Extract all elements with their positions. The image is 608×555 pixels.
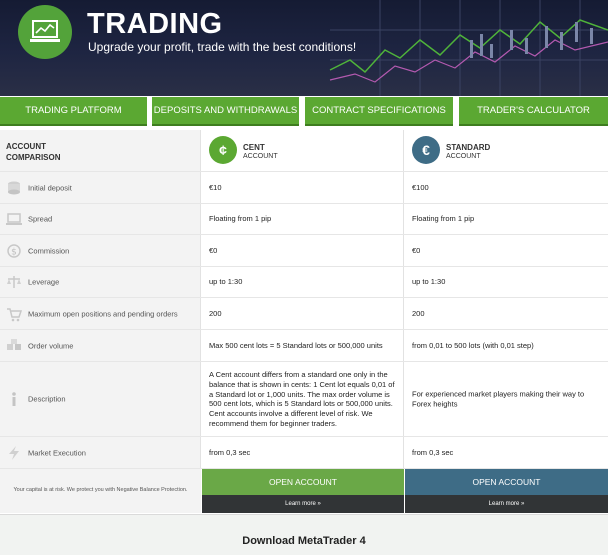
standard-account-title: STANDARD ACCOUNT [446,143,490,162]
standard-account-header: € STANDARD ACCOUNT [404,130,608,171]
comparison-heading: ACCOUNT COMPARISON [6,142,61,164]
cent-account-sub: ACCOUNT [243,153,278,160]
row-label-cell: Description [0,362,201,436]
table-header-row: ACCOUNT COMPARISON ¢ CENT ACCOUNT € STAN… [0,130,608,172]
standard-value: €100 [412,182,429,192]
cent-value-cell: Floating from 1 pip [201,204,404,234]
cent-value-cell: up to 1:30 [201,267,404,297]
dollar-icon: $ [7,243,21,258]
row-label-cell: Leverage [0,267,201,297]
row-label-cell: Order volume [0,330,201,361]
row-label-cell: Initial deposit [0,172,201,203]
standard-value: from 0,3 sec [412,447,454,457]
comparison-heading-line2: COMPARISON [6,152,61,162]
table-row: Spread Floating from 1 pip Floating from… [0,204,608,235]
row-label: Spread [28,214,53,224]
standard-value: For experienced market players making th… [412,389,585,408]
cart-icon [7,307,22,321]
open-cent-account-button[interactable]: OPEN ACCOUNT [202,469,404,495]
row-label-cell: Spread [0,204,201,234]
standard-value-cell: Floating from 1 pip [404,204,608,234]
standard-account-sub: ACCOUNT [446,153,481,160]
tab-deposits-withdrawals[interactable]: DEPOSITS AND WITHDRAWALS [152,97,299,126]
cent-account-title: CENT ACCOUNT [243,143,278,162]
row-label: Leverage [28,277,60,287]
cent-value: 200 [209,308,222,318]
money-stack-icon [8,181,20,194]
table-row: Initial deposit €10 €100 [0,172,608,204]
cent-value-cell: €10 [201,172,404,203]
learn-more-standard-link[interactable]: Learn more » [405,495,608,513]
header-label-cell: ACCOUNT COMPARISON [0,130,201,171]
scale-icon [7,276,21,288]
row-label: Market Execution [28,448,86,457]
cent-value: €10 [209,182,222,192]
svg-text:$: $ [11,247,17,257]
row-label-cell: $ Commission [0,235,201,266]
hero-banner: TRADING Upgrade your profit, trade with … [0,0,608,96]
table-row: Leverage up to 1:30 up to 1:30 [0,267,608,298]
standard-value-cell: 200 [404,298,608,329]
standard-value: from 0,01 to 500 lots (with 0,01 step) [412,340,534,350]
row-label: Initial deposit [28,183,72,192]
tab-contract-specifications[interactable]: CONTRACT SPECIFICATIONS [305,97,453,126]
boxes-icon [7,338,21,350]
cent-value-cell: Max 500 cent lots = 5 Standard lots or 5… [201,330,404,361]
laptop-icon [6,213,22,225]
page-subtitle: Upgrade your profit, trade with the best… [88,40,357,54]
cent-value: Floating from 1 pip [209,214,272,224]
cent-value: A Cent account differs from a standard o… [209,369,395,428]
info-icon [12,392,16,406]
standard-value: 200 [412,308,425,318]
download-metatrader-label: Download MetaTrader 4 [242,535,366,547]
cent-value-cell: €0 [201,235,404,266]
table-row: $ Commission €0 €0 [0,235,608,267]
cent-value: up to 1:30 [209,277,243,287]
page-title: TRADING [87,8,223,40]
row-label-cell: Maximum open positions and pending order… [0,298,201,329]
cent-account-header: ¢ CENT ACCOUNT [201,130,404,171]
comparison-heading-line1: ACCOUNT [6,142,46,151]
tab-trading-platform[interactable]: TRADING PLATFORM [0,97,147,126]
table-row: Maximum open positions and pending order… [0,298,608,330]
cent-value-cell: 200 [201,298,404,329]
standard-value-cell: €0 [404,235,608,266]
standard-account-name: STANDARD [446,143,491,152]
cent-value: €0 [209,245,218,255]
learn-more-cent-link[interactable]: Learn more » [202,495,404,513]
lightning-icon [9,445,19,460]
standard-value-cell: €100 [404,172,608,203]
euro-icon: € [412,136,440,164]
table-row: Description A Cent account differs from … [0,362,608,437]
standard-value-cell: For experienced market players making th… [404,362,608,436]
risk-disclaimer-cell: Your capital is at risk. We protect you … [0,469,201,513]
standard-value: up to 1:30 [412,277,446,287]
row-label: Maximum open positions and pending order… [28,309,178,318]
section-nav: TRADING PLATFORM DEPOSITS AND WITHDRAWAL… [0,96,608,128]
row-label-cell: Market Execution [0,437,201,468]
cent-value-cell: A Cent account differs from a standard o… [201,362,404,436]
standard-value: Floating from 1 pip [412,214,475,224]
cent-icon: ¢ [209,136,237,164]
cent-value: Max 500 cent lots = 5 Standard lots or 5… [209,340,383,350]
standard-value-cell: from 0,3 sec [404,437,608,468]
cent-account-name: CENT [243,143,265,152]
standard-value-cell: up to 1:30 [404,267,608,297]
open-standard-account-button[interactable]: OPEN ACCOUNT [405,469,608,495]
row-label: Order volume [28,341,74,350]
risk-disclaimer: Your capital is at risk. We protect you … [13,487,188,493]
trading-laptop-icon [18,5,72,59]
cent-value-cell: from 0,3 sec [201,437,404,468]
table-row: Market Execution from 0,3 sec from 0,3 s… [0,437,608,469]
table-row: Order volume Max 500 cent lots = 5 Stand… [0,330,608,362]
tab-traders-calculator[interactable]: TRADER'S CALCULATOR [459,97,608,126]
standard-value: €0 [412,245,421,255]
standard-value-cell: from 0,01 to 500 lots (with 0,01 step) [404,330,608,361]
cta-row: Your capital is at risk. We protect you … [0,469,608,513]
download-metatrader-banner[interactable]: Download MetaTrader 4 [0,514,608,555]
row-label: Description [28,394,66,404]
cent-value: from 0,3 sec [209,447,251,457]
row-label: Commission [28,246,70,255]
